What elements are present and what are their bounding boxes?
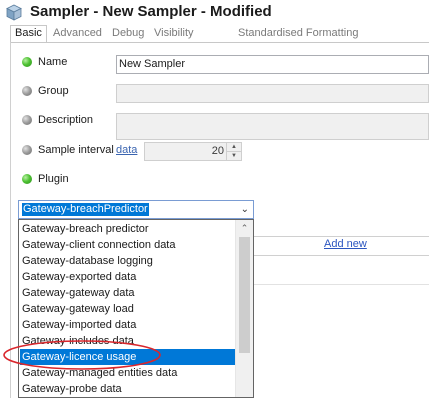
tab-standardised-formatting[interactable]: Standardised Formatting — [238, 26, 358, 41]
plugin-selected-value: Gateway-breachPredictor — [22, 203, 149, 216]
title-bar: Sampler - New Sampler - Modified — [0, 0, 429, 26]
description-label: Description — [38, 114, 94, 126]
name-label: Name — [38, 56, 68, 68]
sample-interval-value: 20 — [211, 145, 224, 157]
scroll-up-icon[interactable]: ⌃ — [236, 220, 253, 236]
tab-divider — [10, 42, 429, 43]
sample-interval-status-icon — [22, 145, 32, 155]
dropdown-item[interactable]: Gateway-managed entities data — [20, 365, 236, 381]
dropdown-item[interactable]: Gateway-probe data — [20, 381, 236, 397]
tab-debug[interactable]: Debug — [112, 26, 144, 41]
dropdown-item-highlighted[interactable]: Gateway-licence usage — [20, 349, 236, 365]
sample-interval-label: Sample interval — [38, 144, 114, 156]
panel-border — [10, 42, 11, 398]
plugin-dropdown-list[interactable]: Gateway-breach predictor Gateway-client … — [18, 219, 254, 398]
dropdown-item[interactable]: Gateway-exported data — [20, 269, 236, 285]
group-input[interactable] — [116, 84, 429, 103]
name-status-icon — [22, 57, 32, 67]
dropdown-scrollbar[interactable]: ⌃ — [235, 220, 253, 397]
plugin-select[interactable]: Gateway-breachPredictor ⌄ — [18, 200, 254, 219]
dropdown-item[interactable]: Gateway-gateway data — [20, 285, 236, 301]
cube-icon — [6, 4, 22, 21]
group-status-icon — [22, 86, 32, 96]
dropdown-item[interactable]: Gateway-includes data — [20, 333, 236, 349]
name-input[interactable]: New Sampler — [116, 55, 429, 74]
dropdown-item[interactable]: Gateway-gateway load — [20, 301, 236, 317]
spinner-buttons: ▲ ▼ — [226, 143, 241, 160]
spin-up-icon[interactable]: ▲ — [227, 143, 241, 152]
plugin-status-icon — [22, 174, 32, 184]
dropdown-item[interactable]: Gateway-database logging — [20, 253, 236, 269]
scrollbar-thumb[interactable] — [239, 237, 250, 353]
plugin-label: Plugin — [38, 173, 69, 185]
dropdown-item[interactable]: Gateway-imported data — [20, 317, 236, 333]
sample-interval-spinner[interactable]: 20 ▲ ▼ — [144, 142, 242, 161]
tab-basic[interactable]: Basic — [10, 25, 47, 42]
tab-visibility[interactable]: Visibility — [154, 26, 194, 41]
tab-strip: Basic Advanced Debug Visibility Standard… — [10, 25, 429, 42]
spin-down-icon[interactable]: ▼ — [227, 152, 241, 160]
tab-advanced[interactable]: Advanced — [53, 26, 102, 41]
sample-interval-data-link[interactable]: data — [116, 144, 137, 156]
description-input[interactable] — [116, 113, 429, 140]
window-title: Sampler - New Sampler - Modified — [30, 3, 272, 20]
add-new-link[interactable]: Add new — [324, 238, 367, 250]
chevron-down-icon[interactable]: ⌄ — [241, 204, 249, 215]
group-label: Group — [38, 85, 69, 97]
dropdown-item[interactable]: Gateway-client connection data — [20, 237, 236, 253]
dropdown-item[interactable]: Gateway-breach predictor — [20, 221, 236, 237]
divider — [254, 284, 429, 285]
description-status-icon — [22, 115, 32, 125]
